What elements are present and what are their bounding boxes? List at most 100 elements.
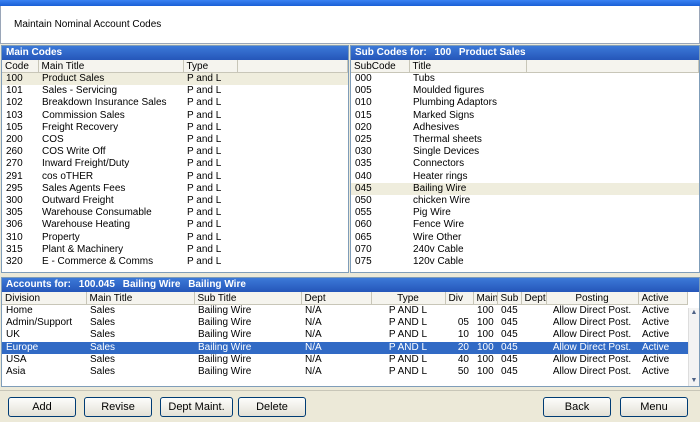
column-header-sub-title[interactable]: Sub Title: [194, 292, 302, 305]
table-row[interactable]: 025 Thermal sheets: [351, 134, 699, 146]
sub-codes-heading-prefix: Sub Codes for:: [355, 47, 427, 58]
column-header-type[interactable]: Type: [371, 292, 446, 305]
column-header-type[interactable]: Type: [183, 60, 238, 73]
cell-sub: 045: [501, 366, 518, 378]
cell-code: 100: [2, 72, 38, 86]
back-button[interactable]: Back: [543, 397, 611, 417]
column-header-title[interactable]: Title: [409, 60, 527, 73]
sub-codes-heading: Sub Codes for: 100 Product Sales: [351, 46, 699, 60]
column-header-division[interactable]: Division: [2, 292, 87, 305]
table-row[interactable]: 070 240v Cable: [351, 244, 699, 256]
scroll-down-icon[interactable]: ▼: [689, 376, 699, 386]
table-row[interactable]: 320 E - Commerce & Comms P and L: [2, 256, 348, 268]
column-header-main[interactable]: Main: [473, 292, 498, 305]
column-header-sub[interactable]: Sub: [497, 292, 522, 305]
add-button[interactable]: Add: [8, 397, 76, 417]
table-row[interactable]: 020 Adhesives: [351, 122, 699, 134]
column-header-dept[interactable]: Dept: [301, 292, 372, 305]
column-header-posting[interactable]: Posting: [546, 292, 639, 305]
table-row[interactable]: 030 Single Devices: [351, 146, 699, 158]
table-row[interactable]: 306 Warehouse Heating P and L: [2, 219, 348, 231]
table-row[interactable]: 295 Sales Agents Fees P and L: [2, 183, 348, 195]
cell-filler: [526, 97, 699, 109]
table-row[interactable]: Asia Sales Bailing Wire N/A P AND L 50 100 045 A…: [2, 366, 688, 378]
revise-button[interactable]: Revise: [84, 397, 152, 417]
cell-div: 10: [457, 329, 469, 341]
scroll-up-icon[interactable]: ▲: [689, 308, 699, 318]
cell-main-title: COS Write Off: [42, 146, 106, 158]
column-header-dept-code[interactable]: Dept: [521, 292, 547, 305]
sub-codes-heading-title: Product Sales: [458, 47, 526, 58]
table-row[interactable]: 005 Moulded figures: [351, 85, 699, 97]
table-row[interactable]: 060 Fence Wire: [351, 219, 699, 231]
table-row[interactable]: 040 Heater rings: [351, 171, 699, 183]
cell-subcode: 035: [355, 158, 372, 170]
table-row[interactable]: Home Sales Bailing Wire N/A P AND L 100 045 All…: [2, 305, 688, 318]
menu-button[interactable]: Menu: [620, 397, 688, 417]
table-row[interactable]: 100 Product Sales P and L: [2, 72, 348, 86]
table-row[interactable]: 035 Connectors: [351, 158, 699, 170]
cell-filler: [237, 195, 348, 207]
table-row[interactable]: 010 Plumbing Adaptors: [351, 97, 699, 109]
table-row[interactable]: 105 Freight Recovery P and L: [2, 122, 348, 134]
cell-active: Active: [642, 366, 670, 378]
cell-posting: Allow Direct Post.: [552, 305, 632, 317]
cell-subcode: 075: [355, 255, 372, 267]
cell-div: 20: [445, 341, 473, 354]
column-header-subcode[interactable]: SubCode: [351, 60, 410, 73]
cell-subcode: 050: [355, 194, 372, 206]
table-row[interactable]: 045 Bailing Wire: [351, 182, 699, 195]
cell-dept-code: [521, 317, 546, 329]
cell-type: P and L: [183, 72, 237, 86]
table-row[interactable]: 103 Commission Sales P and L: [2, 110, 348, 122]
cell-main-title: Breakdown Insurance Sales: [42, 97, 167, 109]
table-row[interactable]: 291 cos oTHER P and L: [2, 171, 348, 183]
table-row[interactable]: Admin/Support Sales Bailing Wire N/A P AND L…: [2, 317, 688, 329]
cell-title: Thermal sheets: [413, 134, 482, 146]
cell-title: Marked Signs: [413, 109, 475, 121]
dept-maint-button[interactable]: Dept Maint.: [160, 397, 233, 417]
table-row[interactable]: 050 chicken Wire: [351, 195, 699, 207]
cell-filler: [526, 85, 699, 97]
cell-filler: [526, 158, 699, 170]
table-row[interactable]: Europe Sales Bailing Wire N/A P AND L 20 100 04…: [2, 341, 688, 354]
table-row[interactable]: 300 Outward Freight P and L: [2, 195, 348, 207]
cell-code: 260: [6, 146, 23, 158]
table-row[interactable]: 075 120v Cable: [351, 256, 699, 268]
table-row[interactable]: 101 Sales - Servicing P and L: [2, 85, 348, 97]
main-codes-panel: Main Codes Code Main Title Type 100 Produ…: [1, 45, 349, 273]
cell-filler: [237, 122, 348, 134]
accounts-scrollbar[interactable]: ▲ ▼: [688, 308, 699, 386]
table-row[interactable]: 270 Inward Freight/Duty P and L: [2, 158, 348, 170]
table-row[interactable]: USA Sales Bailing Wire N/A P AND L 40 100 045 Al…: [2, 354, 688, 366]
cell-main-title: Warehouse Consumable: [42, 207, 152, 219]
cell-filler: [526, 195, 699, 207]
table-row[interactable]: 015 Marked Signs: [351, 110, 699, 122]
column-header-div[interactable]: Div: [445, 292, 474, 305]
cell-subcode: 030: [355, 146, 372, 158]
main-codes-heading: Main Codes: [2, 46, 348, 60]
table-row[interactable]: 102 Breakdown Insurance Sales P and L: [2, 97, 348, 109]
table-row[interactable]: 000 Tubs: [351, 73, 699, 86]
column-header-active[interactable]: Active: [638, 292, 688, 305]
table-row[interactable]: 055 Pig Wire: [351, 207, 699, 219]
cell-type: P and L: [187, 194, 222, 206]
cell-sub-title: Bailing Wire: [198, 366, 252, 378]
table-row[interactable]: UK Sales Bailing Wire N/A P AND L 10 100 045 All…: [2, 329, 688, 341]
cell-type: P and L: [187, 109, 222, 121]
column-header-main-title[interactable]: Main Title: [86, 292, 195, 305]
table-row[interactable]: 260 COS Write Off P and L: [2, 146, 348, 158]
cell-code: 306: [6, 219, 23, 231]
table-row[interactable]: 065 Wire Other: [351, 231, 699, 243]
cell-main-title: Sales - Servicing: [42, 85, 118, 97]
table-row[interactable]: 200 COS P and L: [2, 134, 348, 146]
delete-button[interactable]: Delete: [238, 397, 306, 417]
column-header-main-title[interactable]: Main Title: [38, 60, 184, 73]
table-row[interactable]: 305 Warehouse Consumable P and L: [2, 207, 348, 219]
column-header-code[interactable]: Code: [2, 60, 39, 73]
cell-code: 105: [6, 121, 23, 133]
main-codes-heading-label: Main Codes: [6, 47, 63, 58]
cell-type: P AND L: [388, 317, 428, 329]
table-row[interactable]: 310 Property P and L: [2, 231, 348, 243]
table-row[interactable]: 315 Plant & Machinery P and L: [2, 244, 348, 256]
